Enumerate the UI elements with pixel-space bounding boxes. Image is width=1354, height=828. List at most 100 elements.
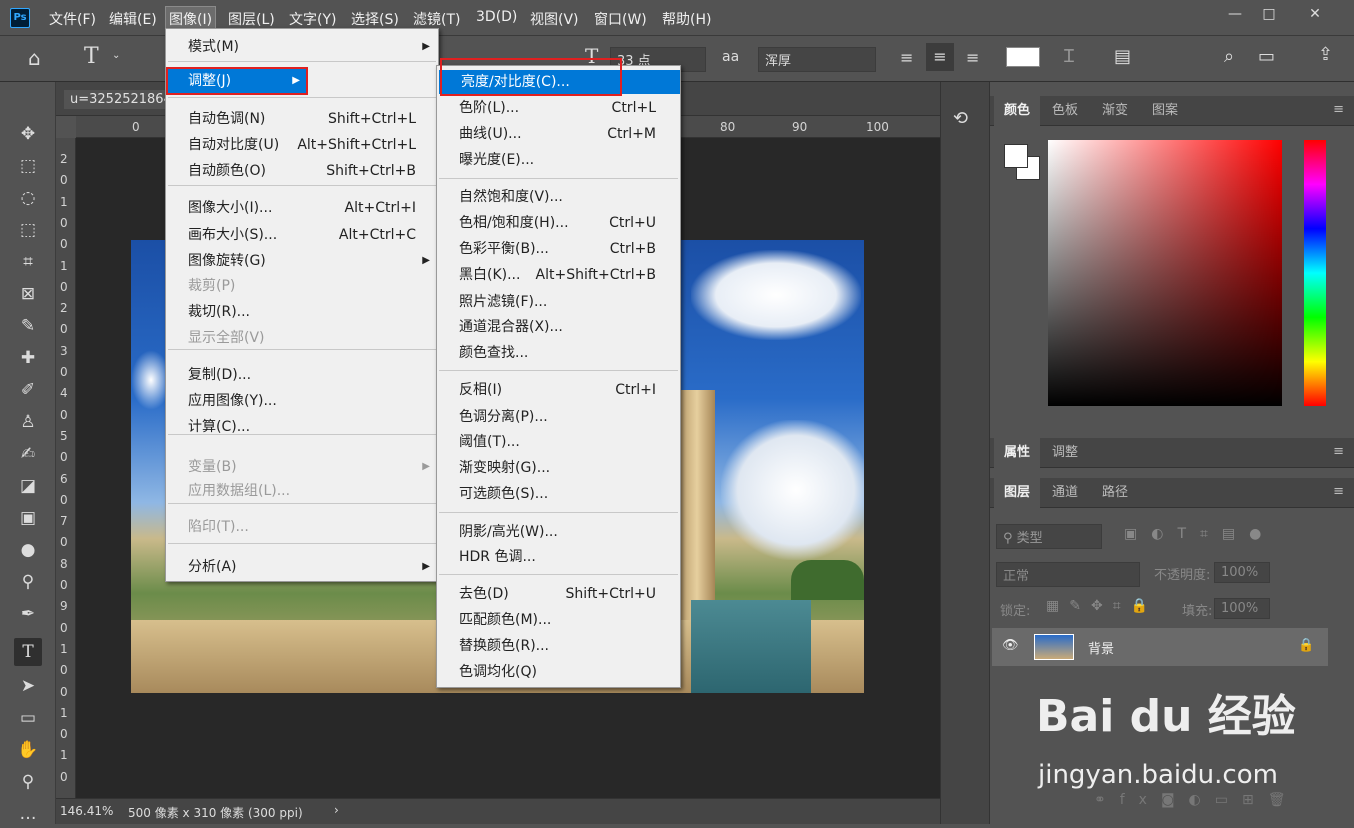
type-tool-icon[interactable]: T [84,44,99,69]
menu-help[interactable]: 帮助(H) [662,9,711,29]
layer-name[interactable]: 背景 [1088,638,1114,657]
eye-icon[interactable]: 👁 [1002,638,1019,653]
menu-select[interactable]: 选择(S) [351,9,399,29]
menu-filter[interactable]: 滤镜(T) [413,9,460,29]
brush-tool-icon[interactable]: ✐ [14,376,42,404]
minimize-icon[interactable]: — [1218,3,1252,25]
menu-window[interactable]: 窗口(W) [594,9,647,29]
tab-paths[interactable]: 路径 [1092,478,1138,508]
adjustments-menu-item[interactable]: 阈值(T)... [437,430,678,454]
panel-menu-icon[interactable]: ≡ [1333,484,1344,499]
menu-type[interactable]: 文字(Y) [289,9,336,29]
lock-icons[interactable]: ▦✎✥⌗🔒 [1046,598,1158,614]
healing-brush-tool-icon[interactable]: ✚ [14,344,42,372]
adjustments-menu-item[interactable]: 色调均化(Q) [437,660,678,684]
image-menu-item[interactable]: 分析(A) ▶ [166,555,438,579]
gradient-tool-icon[interactable]: ▣ [14,504,42,532]
color-field[interactable] [1048,140,1282,406]
layer-filter-select[interactable]: ⚲ 类型 [996,524,1102,549]
home-icon[interactable]: ⌂ [28,46,41,70]
tab-properties[interactable]: 属性 [994,438,1041,468]
chevron-down-icon[interactable]: ⌄ [112,50,120,61]
tab-adjustments[interactable]: 调整 [1042,438,1088,468]
history-panel-icon[interactable]: ⟲ [953,108,968,129]
layer-filter-icons[interactable]: ▣◐T⌗▤● [1124,526,1275,542]
pen-tool-icon[interactable]: ✒ [14,600,42,628]
image-menu-item[interactable]: 计算(C)... [166,415,438,439]
hue-slider[interactable] [1304,140,1326,406]
adjustments-menu-item[interactable]: 去色(D) Shift+Ctrl+U [437,582,678,606]
document-info[interactable]: 500 像素 x 310 像素 (300 ppi) [128,804,303,821]
frame-tool-icon[interactable]: ⊠ [14,280,42,308]
align-left-icon[interactable]: ≡ [900,48,913,67]
tab-layers[interactable]: 图层 [994,478,1041,508]
adjustments-menu-item[interactable]: 曲线(U)... Ctrl+M [437,122,678,146]
eyedropper-tool-icon[interactable]: ✎ [14,312,42,340]
image-menu-item[interactable]: 图像大小(I)... Alt+Ctrl+I [166,196,438,220]
dodge-tool-icon[interactable]: ⚲ [14,568,42,596]
blend-mode-select[interactable]: 正常 [996,562,1140,587]
adjustments-menu-item[interactable]: 色阶(L)... Ctrl+L [437,96,678,120]
text-color-swatch[interactable] [1006,47,1040,67]
zoom-tool-icon[interactable]: ⚲ [14,768,42,796]
adjustments-menu-item[interactable]: 色彩平衡(B)... Ctrl+B [437,237,678,261]
lasso-tool-icon[interactable]: ◌ [14,184,42,212]
object-select-tool-icon[interactable]: ⬚ [14,216,42,244]
workspace-icon[interactable]: ▭ [1258,46,1275,67]
adjustments-menu-item[interactable]: 反相(I) Ctrl+I [437,378,678,402]
menu-3d[interactable]: 3D(D) [476,9,517,25]
tab-patterns[interactable]: 图案 [1142,96,1188,126]
image-menu-item[interactable]: 变量(B) ▶ [166,455,438,479]
zoom-level[interactable]: 146.41% [60,804,113,818]
adjustments-menu-item[interactable]: 色相/饱和度(H)... Ctrl+U [437,211,678,235]
maximize-icon[interactable]: □ [1252,3,1286,25]
hand-tool-icon[interactable]: ✋ [14,736,42,764]
menu-edit[interactable]: 编辑(E) [109,9,157,29]
image-menu-item[interactable]: 应用图像(Y)... [166,389,438,413]
tab-gradients[interactable]: 渐变 [1092,96,1138,126]
adjustments-menu-item[interactable]: 曝光度(E)... [437,148,678,172]
stamp-tool-icon[interactable]: ♙ [14,408,42,436]
image-menu-item[interactable]: 裁切(R)... [166,300,438,324]
crop-tool-icon[interactable]: ⌗ [14,248,42,276]
eraser-tool-icon[interactable]: ◪ [14,472,42,500]
adjustments-menu-item[interactable]: 可选颜色(S)... [437,482,678,506]
align-right-icon[interactable]: ≡ [966,48,979,67]
marquee-tool-icon[interactable]: ⬚ [14,152,42,180]
image-menu-item[interactable]: 自动色调(N) Shift+Ctrl+L [166,107,438,131]
close-icon[interactable]: ✕ [1298,3,1332,25]
adjustments-menu-item[interactable]: 颜色查找... [437,341,678,365]
type-tool-icon[interactable]: T [14,638,42,666]
adjustments-menu-item[interactable]: 自然饱和度(V)... [437,185,678,209]
adjustments-menu-item[interactable]: HDR 色调... [437,545,678,569]
adjustments-menu-item[interactable]: 照片滤镜(F)... [437,290,678,314]
move-tool-icon[interactable]: ✥ [14,120,42,148]
share-icon[interactable]: ⇪ [1318,44,1333,65]
document-tab[interactable]: u=3252521864 [64,90,178,109]
adjustments-menu-item[interactable]: 黑白(K)... Alt+Shift+Ctrl+B [437,263,678,287]
image-menu-item[interactable]: 应用数据组(L)... [166,479,438,503]
menu-file[interactable]: 文件(F) [49,9,96,29]
image-menu-item[interactable]: 自动对比度(U) Alt+Shift+Ctrl+L [166,133,438,157]
image-menu-item[interactable]: 自动颜色(O) Shift+Ctrl+B [166,159,438,183]
adjustments-menu-item[interactable]: 阴影/高光(W)... [437,520,678,544]
search-icon[interactable]: ⌕ [1224,46,1234,67]
blur-tool-icon[interactable]: ● [14,536,42,564]
opacity-field[interactable]: 100% [1214,562,1270,583]
adjustments-menu-item[interactable]: 通道混合器(X)... [437,315,678,339]
image-menu-item[interactable]: 图像旋转(G) ▶ [166,249,438,273]
image-menu-item[interactable]: 显示全部(V) [166,326,438,350]
adjustments-menu-item[interactable]: 匹配颜色(M)... [437,608,678,632]
foreground-color-swatch[interactable] [1004,144,1028,168]
image-menu-item[interactable]: 陷印(T)... [166,515,438,539]
layer-row[interactable]: 👁 背景 🔒 [992,628,1328,666]
image-menu-item[interactable]: 画布大小(S)... Alt+Ctrl+C [166,223,438,247]
character-panel-icon[interactable]: ▤ [1114,46,1131,67]
path-select-tool-icon[interactable]: ➤ [14,672,42,700]
fill-field[interactable]: 100% [1214,598,1270,619]
adjustments-menu-item[interactable]: 替换颜色(R)... [437,634,678,658]
tab-color[interactable]: 颜色 [994,96,1041,126]
image-menu-item[interactable]: 复制(D)... [166,363,438,387]
tab-swatches[interactable]: 色板 [1042,96,1088,126]
tab-channels[interactable]: 通道 [1042,478,1088,508]
